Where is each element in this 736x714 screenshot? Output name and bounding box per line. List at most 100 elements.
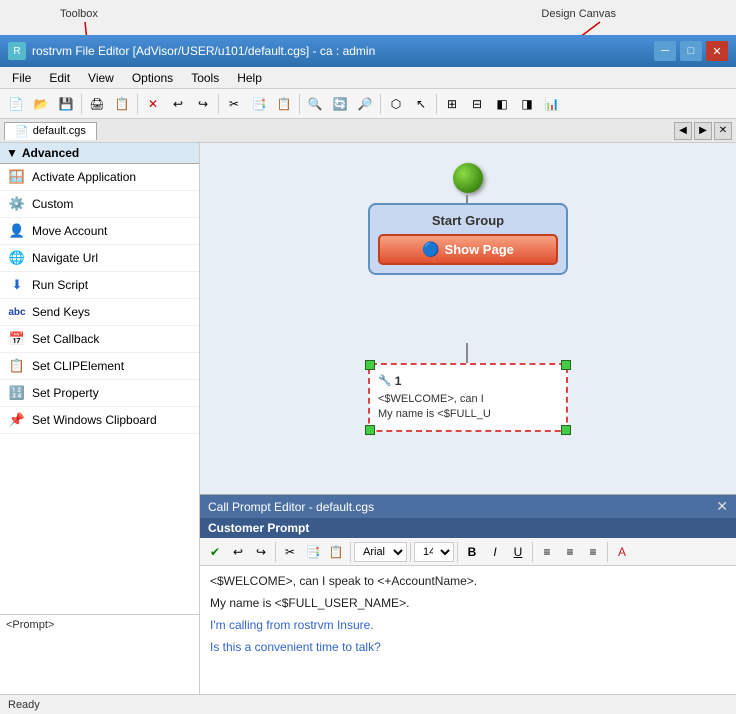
start-group-label: Start Group — [378, 213, 558, 228]
menu-help[interactable]: Help — [229, 69, 270, 87]
property-editor: <Prompt> — [0, 614, 199, 694]
toolbar-open[interactable]: 📂 — [29, 92, 53, 116]
toolbar-zoom[interactable]: 🔎 — [353, 92, 377, 116]
cpe-undo-btn[interactable]: ↩ — [227, 541, 249, 563]
sidebar-item-move-account[interactable]: 👤 Move Account — [0, 218, 199, 245]
show-page-button[interactable]: 🔵 Show Page — [378, 234, 558, 265]
main-layout: ▼ Advanced 🪟 Activate Application ⚙️ Cus… — [0, 143, 736, 714]
call-prompt-editor-panel: Call Prompt Editor - default.cgs ✕ Custo… — [200, 494, 736, 694]
prompt-line1: <$WELCOME>, can I — [378, 393, 484, 405]
sidebar-item-run-script[interactable]: ⬇ Run Script — [0, 272, 199, 299]
corner-handle-tr[interactable] — [561, 360, 571, 370]
tab-prev-button[interactable]: ◀ — [674, 122, 692, 140]
tab-next-button[interactable]: ▶ — [694, 122, 712, 140]
cpe-section-label: Customer Prompt — [208, 521, 309, 535]
sidebar-item-set-clip-element[interactable]: 📋 Set CLIPElement — [0, 353, 199, 380]
menu-edit[interactable]: Edit — [41, 69, 78, 87]
toolbar-undo[interactable]: ↩ — [166, 92, 190, 116]
toolbar-pointer[interactable]: ↖ — [409, 92, 433, 116]
toolbar-save[interactable]: 💾 — [54, 92, 78, 116]
toolbar-sep-1 — [81, 94, 82, 114]
tab-close-button[interactable]: ✕ — [714, 122, 732, 140]
toolbar-find[interactable]: 🔍 — [303, 92, 327, 116]
toolbar-lasso[interactable]: ⬡ — [384, 92, 408, 116]
sidebar-item-label-move-account: Move Account — [32, 224, 107, 238]
title-bar-left: R rostrvm File Editor [AdVisor/USER/u101… — [8, 42, 375, 60]
title-bar: R rostrvm File Editor [AdVisor/USER/u101… — [0, 35, 736, 67]
cpe-text-area[interactable]: <$WELCOME>, can I speak to <+AccountName… — [200, 566, 736, 666]
toolbar-grid[interactable]: ⊞ — [440, 92, 464, 116]
color-button[interactable]: A — [611, 541, 633, 563]
sidebar-item-set-callback[interactable]: 📅 Set Callback — [0, 326, 199, 353]
sidebar-item-set-windows-clipboard[interactable]: 📌 Set Windows Clipboard — [0, 407, 199, 434]
menu-file[interactable]: File — [4, 69, 39, 87]
toolbar-replace[interactable]: 🔄 — [328, 92, 352, 116]
sidebar-item-activate-application[interactable]: 🪟 Activate Application — [0, 164, 199, 191]
toolbar-sep-4 — [299, 94, 300, 114]
sidebar-item-label-set-windows-clipboard: Set Windows Clipboard — [32, 413, 157, 427]
canvas-area: Start Group 🔵 Show Page — [200, 143, 736, 694]
close-button[interactable]: ✕ — [706, 41, 728, 61]
cpe-text-line2: My name is <$FULL_USER_NAME>. — [210, 594, 726, 612]
underline-button[interactable]: U — [507, 541, 529, 563]
cpe-copy-btn[interactable]: 📑 — [302, 541, 324, 563]
toolbar-align-l[interactable]: ◧ — [490, 92, 514, 116]
maximize-button[interactable]: □ — [680, 41, 702, 61]
toolbar-delete[interactable]: ✕ — [141, 92, 165, 116]
cpe-paste-btn[interactable]: 📋 — [325, 541, 347, 563]
sidebar-item-label-set-callback: Set Callback — [32, 332, 99, 346]
font-family-select[interactable]: Arial — [354, 542, 407, 562]
align-left-button[interactable]: ≡ — [536, 541, 558, 563]
corner-handle-tl[interactable] — [365, 360, 375, 370]
tab-navigation: ◀ ▶ ✕ — [674, 122, 732, 140]
content-area: ▼ Advanced 🪟 Activate Application ⚙️ Cus… — [0, 143, 736, 694]
sidebar-item-set-property[interactable]: 🔢 Set Property — [0, 380, 199, 407]
toolbar-chart[interactable]: 📊 — [540, 92, 564, 116]
toolbar-copy[interactable]: 📑 — [247, 92, 271, 116]
align-center-button[interactable]: ≡ — [559, 541, 581, 563]
toolbox-sidebar: ▼ Advanced 🪟 Activate Application ⚙️ Cus… — [0, 143, 200, 694]
menu-tools[interactable]: Tools — [183, 69, 227, 87]
sidebar-item-label-set-clip-element: Set CLIPElement — [32, 359, 124, 373]
tab-default-cgs[interactable]: 📄 default.cgs — [4, 122, 97, 140]
start-group-box[interactable]: Start Group 🔵 Show Page — [368, 203, 568, 275]
minimize-button[interactable]: ─ — [654, 41, 676, 61]
toolbar-print[interactable]: 🖨 — [85, 92, 109, 116]
cpe-toolbar: ✔ ↩ ↪ ✂ 📑 📋 Arial — [200, 538, 736, 566]
cpe-check-btn[interactable]: ✔ — [204, 541, 226, 563]
sidebar-item-label-set-property: Set Property — [32, 386, 99, 400]
toolbar-copy-page[interactable]: 📋 — [110, 92, 134, 116]
cpe-redo-btn[interactable]: ↪ — [250, 541, 272, 563]
toolbar-redo[interactable]: ↪ — [191, 92, 215, 116]
toolbar-paste[interactable]: 📋 — [272, 92, 296, 116]
design-canvas[interactable]: Start Group 🔵 Show Page — [200, 143, 736, 494]
set-callback-icon: 📅 — [8, 330, 26, 348]
cpe-close-button[interactable]: ✕ — [716, 498, 728, 515]
tab-bar: 📄 default.cgs ◀ ▶ ✕ — [0, 119, 736, 143]
align-right-button[interactable]: ≡ — [582, 541, 604, 563]
status-text: Ready — [8, 699, 40, 711]
toolbar-align-r[interactable]: ◨ — [515, 92, 539, 116]
menu-view[interactable]: View — [80, 69, 122, 87]
send-keys-icon: abc — [8, 303, 26, 321]
cpe-title: Call Prompt Editor - default.cgs — [208, 500, 374, 514]
sidebar-item-navigate-url[interactable]: 🌐 Navigate Url — [0, 245, 199, 272]
outer-wrapper: Toolbox Design Canvas Property Editor Te… — [0, 0, 736, 679]
activate-application-icon: 🪟 — [8, 168, 26, 186]
cpe-cut-btn[interactable]: ✂ — [279, 541, 301, 563]
call-prompt-box[interactable]: 🔧 1 <$WELCOME>, can I My name is <$FULL_… — [368, 363, 568, 432]
sidebar-item-custom[interactable]: ⚙️ Custom — [0, 191, 199, 218]
italic-button[interactable]: I — [484, 541, 506, 563]
font-size-select[interactable]: 14 — [414, 542, 454, 562]
cpe-text-line1: <$WELCOME>, can I speak to <+AccountName… — [210, 572, 726, 590]
toolbar-new[interactable]: 📄 — [4, 92, 28, 116]
toolbar-grid2[interactable]: ⊟ — [465, 92, 489, 116]
sidebar-item-send-keys[interactable]: abc Send Keys — [0, 299, 199, 326]
arrow-line-2 — [466, 343, 468, 363]
corner-handle-br[interactable] — [561, 425, 571, 435]
corner-handle-bl[interactable] — [365, 425, 375, 435]
bold-button[interactable]: B — [461, 541, 483, 563]
menu-options[interactable]: Options — [124, 69, 181, 87]
show-page-icon: 🔵 — [422, 241, 439, 258]
toolbar-cut[interactable]: ✂ — [222, 92, 246, 116]
